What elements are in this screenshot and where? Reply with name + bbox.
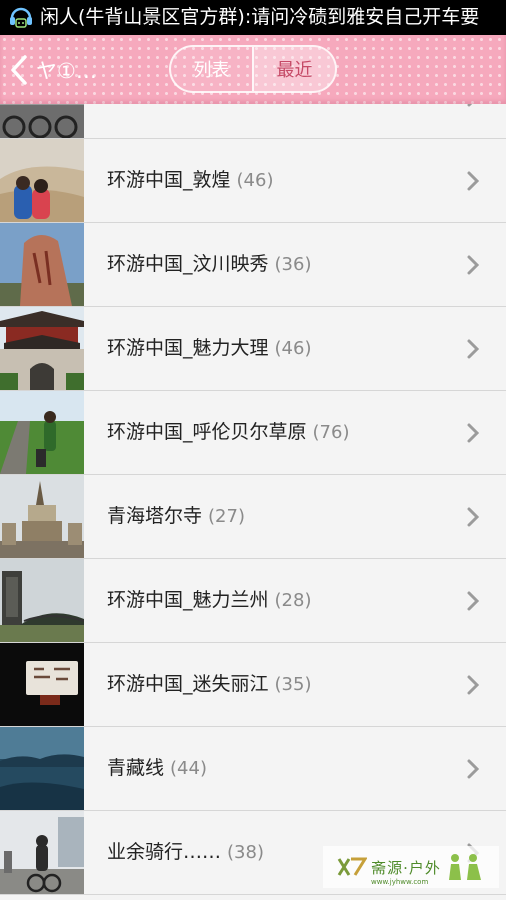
hikers-icon (448, 854, 481, 880)
back-arrow-icon (11, 54, 27, 85)
photo-count: (35) (274, 674, 312, 695)
view-segmented-control: 列表 最近 (169, 45, 337, 93)
tab-recent[interactable]: 最近 (252, 47, 335, 91)
list-item[interactable]: 环游中国_魅力兰州 (28) (0, 559, 506, 643)
chevron-right-icon (467, 759, 480, 779)
header-bar: ヤ①… 列表 最近 (0, 35, 506, 104)
album-name: 业余骑行…… (107, 841, 222, 863)
chevron-right-icon (467, 591, 480, 611)
list-item[interactable]: 环游中国_汶川映秀 (36) (0, 223, 506, 307)
photo-count: (46) (274, 338, 312, 359)
album-name: 青海塔尔寺 (107, 505, 203, 527)
album-name: 环游中国_魅力兰州 (107, 589, 269, 611)
list-item[interactable]: 环游中国_呼伦贝尔草原 (76) (0, 391, 506, 475)
album-list: 环游中国_敦煌 (46) 环游中国_汶川映秀 (36) 环游中国_魅力大理 (4… (0, 104, 506, 900)
watermark-text: 斋源·户外 (371, 858, 441, 877)
tab-list[interactable]: 列表 (171, 47, 252, 91)
album-name: 环游中国_汶川映秀 (107, 253, 269, 275)
album-name: 环游中国_呼伦贝尔草原 (107, 421, 307, 443)
chat-app-icon (10, 7, 32, 28)
album-thumbnail (0, 559, 84, 642)
album-label: 环游中国_迷失丽江 (35) (107, 643, 311, 726)
chevron-right-icon (467, 171, 480, 191)
album-label: 环游中国_汶川映秀 (36) (107, 223, 311, 306)
notification-text: 闲人(牛背山景区官方群):请问冷碛到雅安自己开车要 (40, 6, 480, 28)
list-item[interactable]: 环游中国_魅力大理 (46) (0, 307, 506, 391)
chevron-right-icon (467, 255, 480, 275)
chevron-right-icon (467, 104, 473, 107)
album-thumbnail (0, 643, 84, 726)
album-name: 环游中国_魅力大理 (107, 337, 269, 359)
watermark-logo: 斋源·户外 www.jyhww.com (323, 846, 499, 888)
album-name: 青藏线 (107, 757, 165, 779)
album-label: 业余骑行…… (38) (107, 811, 264, 894)
album-name: 环游中国_迷失丽江 (107, 673, 269, 695)
back-button[interactable]: ヤ①… (8, 35, 97, 104)
photo-count: (38) (227, 842, 264, 863)
album-label: 环游中国_呼伦贝尔草原 (76) (107, 391, 349, 474)
photo-count: (46) (236, 170, 274, 191)
album-thumbnail (0, 307, 84, 390)
chevron-right-icon (467, 339, 480, 359)
page-title: ヤ①… (36, 58, 97, 83)
album-label: 环游中国_敦煌 (46) (107, 139, 273, 222)
album-thumbnail (0, 811, 84, 894)
list-item[interactable]: 环游中国_敦煌 (46) (0, 139, 506, 223)
photo-count: (36) (274, 254, 312, 275)
album-thumbnail (0, 727, 84, 810)
photo-count: (76) (312, 422, 350, 443)
album-thumbnail (0, 223, 84, 306)
album-label: 青藏线 (44) (107, 727, 207, 810)
chevron-right-icon (467, 507, 480, 527)
album-label: 环游中国_魅力兰州 (28) (107, 559, 311, 642)
list-item[interactable] (0, 104, 506, 139)
album-thumbnail (0, 391, 84, 474)
photo-count: (27) (208, 506, 245, 527)
chevron-right-icon (467, 423, 480, 443)
album-thumbnail (0, 104, 84, 138)
chevron-right-icon (467, 675, 480, 695)
list-item[interactable]: 青海塔尔寺 (27) (0, 475, 506, 559)
album-thumbnail (0, 475, 84, 558)
watermark-url: www.jyhww.com (371, 878, 429, 886)
photo-count: (28) (274, 590, 312, 611)
photo-count: (44) (170, 758, 207, 779)
album-label: 青海塔尔寺 (27) (107, 475, 245, 558)
status-bar: 闲人(牛背山景区官方群):请问冷碛到雅安自己开车要 (0, 0, 506, 35)
album-label: 环游中国_魅力大理 (46) (107, 307, 311, 390)
album-thumbnail (0, 139, 84, 222)
logo-mark-icon (337, 857, 368, 876)
list-item[interactable]: 青藏线 (44) (0, 727, 506, 811)
album-name: 环游中国_敦煌 (107, 169, 231, 191)
list-item[interactable]: 环游中国_迷失丽江 (35) (0, 643, 506, 727)
